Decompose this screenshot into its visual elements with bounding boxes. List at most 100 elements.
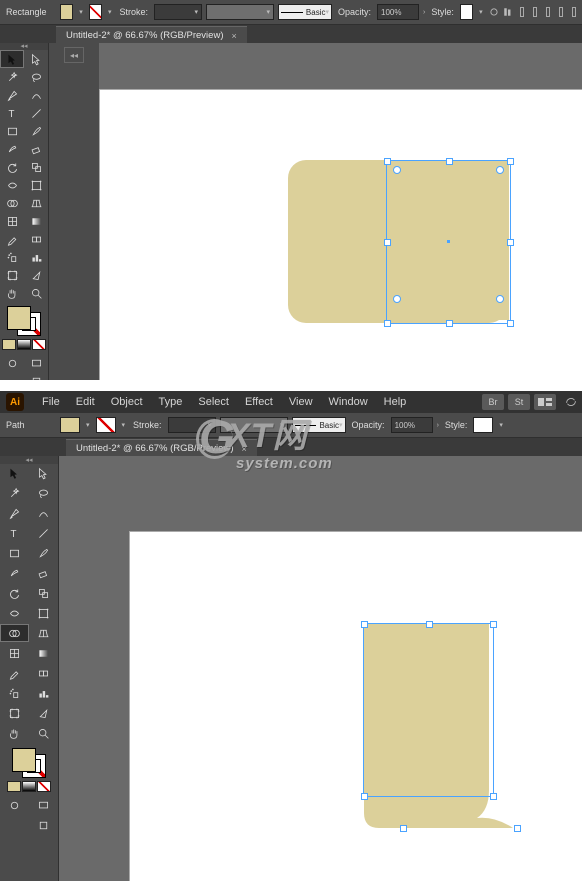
stroke-swatch-dropdown-icon[interactable]: ▾: [106, 8, 114, 16]
perspective-grid-tool[interactable]: [24, 194, 48, 212]
variable-width-profile-select[interactable]: ▾: [206, 4, 274, 20]
magic-wand-tool[interactable]: [0, 484, 29, 502]
extra-mode-1[interactable]: [0, 816, 29, 834]
fill-stroke-color-box[interactable]: [0, 302, 48, 354]
menu-file[interactable]: File: [34, 391, 68, 413]
eraser-tool[interactable]: [29, 564, 58, 582]
brush-definition-select[interactable]: Basic▾: [278, 4, 332, 20]
style-dropdown-icon[interactable]: ▾: [497, 421, 505, 429]
eyedropper-tool[interactable]: [0, 230, 24, 248]
color-mode-gradient[interactable]: [17, 339, 31, 350]
menu-select[interactable]: Select: [190, 391, 237, 413]
draw-mode-icon[interactable]: [0, 354, 24, 372]
column-graph-tool[interactable]: [24, 248, 48, 266]
screen-mode-icon[interactable]: [29, 796, 58, 814]
color-mode-color[interactable]: [2, 339, 16, 350]
align-palette-icon[interactable]: [503, 4, 513, 20]
close-tab-icon[interactable]: ×: [241, 444, 246, 454]
scale-tool[interactable]: [29, 584, 58, 602]
fill-swatch-dropdown-icon[interactable]: ▾: [84, 421, 92, 429]
stroke-swatch-dropdown-icon[interactable]: ▾: [120, 421, 128, 429]
rotate-tool[interactable]: [0, 584, 29, 602]
blend-tool[interactable]: [29, 664, 58, 682]
expand-panel-icon[interactable]: ◂◂: [64, 47, 84, 63]
width-tool[interactable]: [0, 176, 24, 194]
color-mode-gradient[interactable]: [22, 781, 36, 792]
style-dropdown-icon[interactable]: ▾: [477, 8, 485, 16]
blend-tool[interactable]: [24, 230, 48, 248]
document-tab[interactable]: Untitled-2* @ 66.67% (RGB/Preview) ×: [66, 439, 257, 457]
align-button-2[interactable]: [531, 5, 539, 19]
color-mode-none[interactable]: [32, 339, 46, 350]
align-button-4[interactable]: [557, 5, 565, 19]
gradient-tool[interactable]: [29, 644, 58, 662]
symbol-sprayer-tool[interactable]: [0, 684, 29, 702]
shaper-tool[interactable]: [0, 140, 24, 158]
slice-tool[interactable]: [24, 266, 48, 284]
line-segment-tool[interactable]: [29, 524, 58, 542]
draw-mode-icon[interactable]: [0, 796, 29, 814]
rectangle-tool[interactable]: [0, 544, 29, 562]
close-tab-icon[interactable]: ×: [231, 31, 236, 41]
fill-swatch-dropdown-icon[interactable]: ▾: [77, 8, 85, 16]
rotate-tool[interactable]: [0, 158, 24, 176]
shape-builder-tool[interactable]: [0, 194, 24, 212]
scale-tool[interactable]: [24, 158, 48, 176]
rectangle-tool[interactable]: [0, 122, 24, 140]
hand-tool[interactable]: [0, 284, 24, 302]
direct-selection-tool[interactable]: [29, 464, 58, 482]
fill-swatch[interactable]: [60, 4, 73, 20]
align-button-1[interactable]: [518, 5, 526, 19]
graphic-style-swatch[interactable]: [460, 4, 473, 20]
extra-mode-2[interactable]: [24, 372, 48, 380]
fill-color-swatch[interactable]: [12, 748, 36, 772]
align-button-5[interactable]: [570, 5, 578, 19]
menu-effect[interactable]: Effect: [237, 391, 281, 413]
type-tool[interactable]: T: [0, 524, 29, 542]
bridge-icon[interactable]: Br: [482, 394, 504, 410]
zoom-tool[interactable]: [24, 284, 48, 302]
selection-tool[interactable]: [0, 464, 29, 482]
pen-tool[interactable]: [0, 504, 29, 522]
stroke-swatch[interactable]: [89, 4, 102, 20]
graphic-style-swatch[interactable]: [473, 417, 493, 433]
sync-settings-icon[interactable]: [560, 394, 582, 410]
tools-panel-handle[interactable]: ◂◂: [0, 456, 58, 464]
curvature-tool[interactable]: [29, 504, 58, 522]
curvature-tool[interactable]: [24, 86, 48, 104]
extra-mode-1[interactable]: [0, 372, 24, 380]
free-transform-tool[interactable]: [29, 604, 58, 622]
menu-edit[interactable]: Edit: [68, 391, 103, 413]
color-mode-none[interactable]: [37, 781, 51, 792]
mesh-tool[interactable]: [0, 212, 24, 230]
variable-width-profile-select[interactable]: ▾: [220, 417, 288, 433]
column-graph-tool[interactable]: [29, 684, 58, 702]
fill-swatch[interactable]: [60, 417, 80, 433]
perspective-grid-tool[interactable]: [29, 624, 58, 642]
menu-object[interactable]: Object: [103, 391, 151, 413]
magic-wand-tool[interactable]: [0, 68, 24, 86]
stroke-swatch[interactable]: [96, 417, 116, 433]
canvas[interactable]: [99, 43, 582, 380]
zoom-tool[interactable]: [29, 724, 58, 742]
type-tool[interactable]: T: [0, 104, 24, 122]
recolor-artwork-icon[interactable]: [489, 4, 499, 20]
menu-help[interactable]: Help: [376, 391, 415, 413]
opacity-more-icon[interactable]: ›: [423, 9, 425, 16]
brush-definition-select[interactable]: Basic▾: [292, 417, 346, 433]
width-tool[interactable]: [0, 604, 29, 622]
stroke-weight-select[interactable]: ▾: [154, 4, 202, 20]
direct-selection-tool[interactable]: [24, 50, 48, 68]
line-segment-tool[interactable]: [24, 104, 48, 122]
shape-builder-tool[interactable]: [0, 624, 29, 642]
paintbrush-tool[interactable]: [24, 122, 48, 140]
menu-type[interactable]: Type: [151, 391, 191, 413]
extra-mode-2[interactable]: [29, 816, 58, 834]
hand-tool[interactable]: [0, 724, 29, 742]
gradient-tool[interactable]: [24, 212, 48, 230]
pen-tool[interactable]: [0, 86, 24, 104]
screen-mode-icon[interactable]: [24, 354, 48, 372]
slice-tool[interactable]: [29, 704, 58, 722]
stock-icon[interactable]: St: [508, 394, 530, 410]
align-button-3[interactable]: [544, 5, 552, 19]
